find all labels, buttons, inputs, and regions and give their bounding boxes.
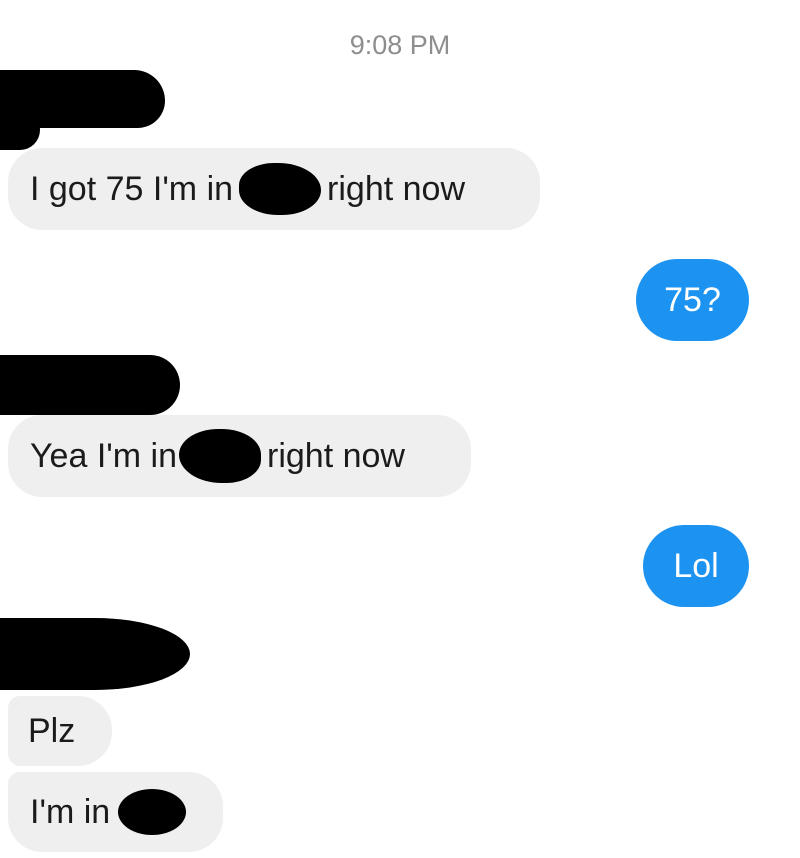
message-timestamp: 9:08 PM <box>349 30 451 60</box>
redaction-mark <box>118 789 187 835</box>
message-text: Lol <box>673 546 719 585</box>
message-text: right now <box>327 169 466 208</box>
sender-name-redacted <box>0 355 180 415</box>
message-text: I got 75 I'm in <box>30 169 234 208</box>
sender-name-redacted <box>0 110 40 150</box>
message-bubble-incoming[interactable]: I'm in <box>8 772 223 852</box>
message-text: right now <box>267 436 405 475</box>
redaction-mark <box>239 163 322 215</box>
redaction-mark <box>179 429 261 483</box>
message-text: Yea I'm in <box>30 436 177 475</box>
message-text: 75? <box>664 280 721 319</box>
message-text: Plz <box>28 711 76 750</box>
message-bubble-outgoing[interactable]: 75? <box>636 259 749 341</box>
message-text: I'm in <box>30 792 111 831</box>
message-bubble-outgoing[interactable]: Lol <box>643 525 749 607</box>
sender-name-redacted <box>0 618 190 690</box>
message-bubble-incoming[interactable]: I got 75 I'm in right now <box>8 148 540 230</box>
message-bubble-incoming[interactable]: Yea I'm in right now <box>8 415 471 497</box>
message-bubble-incoming[interactable]: Plz <box>8 696 112 766</box>
